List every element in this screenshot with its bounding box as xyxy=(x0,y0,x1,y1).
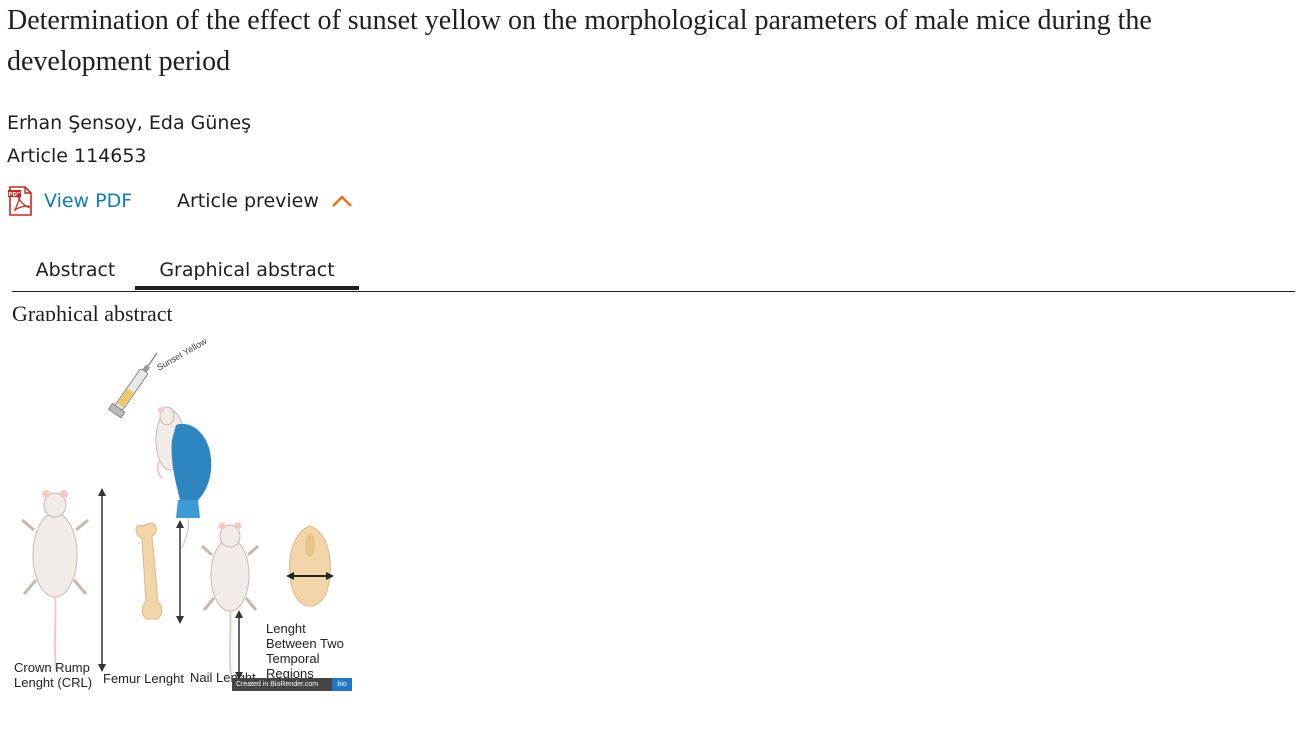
nail-mouse-icon xyxy=(200,522,260,676)
article-authors: Erhan Şensoy, Eda Güneş xyxy=(7,112,252,134)
skull-icon xyxy=(289,525,331,607)
article-title[interactable]: Determination of the effect of sunset ye… xyxy=(7,0,1297,82)
article-page: Determination of the effect of sunset ye… xyxy=(0,0,1309,736)
section-heading-text: Graphical abstract xyxy=(12,301,173,321)
femur-label: Femur Lenght xyxy=(103,671,184,686)
section-heading: Graphical abstract xyxy=(12,297,312,321)
pdf-icon: PDF xyxy=(7,186,34,216)
chevron-up-icon xyxy=(331,194,353,208)
view-pdf-label: View PDF xyxy=(44,190,133,212)
badge-text: Created in BioRender.com xyxy=(236,681,319,688)
crl-mouse-icon xyxy=(21,490,89,671)
article-preview-toggle[interactable]: Article preview xyxy=(177,190,353,212)
tab-abstract[interactable]: Abstract xyxy=(22,250,129,290)
crl-label: Crown Rump Lenght (CRL) xyxy=(14,660,93,690)
biorender-badge: Created in BioRender.com bio xyxy=(232,678,352,691)
section-tabs: Abstract Graphical abstract xyxy=(12,250,1295,292)
temporal-label: Lenght Between Two Temporal Regions xyxy=(266,621,344,681)
svg-text:PDF: PDF xyxy=(8,192,21,198)
biorender-logo: bio xyxy=(332,678,352,691)
syringe-icon xyxy=(107,352,158,419)
tab-graphical-abstract[interactable]: Graphical abstract xyxy=(135,250,359,290)
view-pdf-link[interactable]: PDF View PDF xyxy=(7,186,132,216)
glove-icon xyxy=(171,423,212,549)
article-preview-label: Article preview xyxy=(177,190,319,212)
article-number: Article 114653 xyxy=(7,145,147,167)
femur-bone-icon xyxy=(135,522,163,620)
graphical-abstract-figure[interactable]: Sunset Yellow Crown Rump Lenght (CRL) Fe… xyxy=(10,336,355,700)
